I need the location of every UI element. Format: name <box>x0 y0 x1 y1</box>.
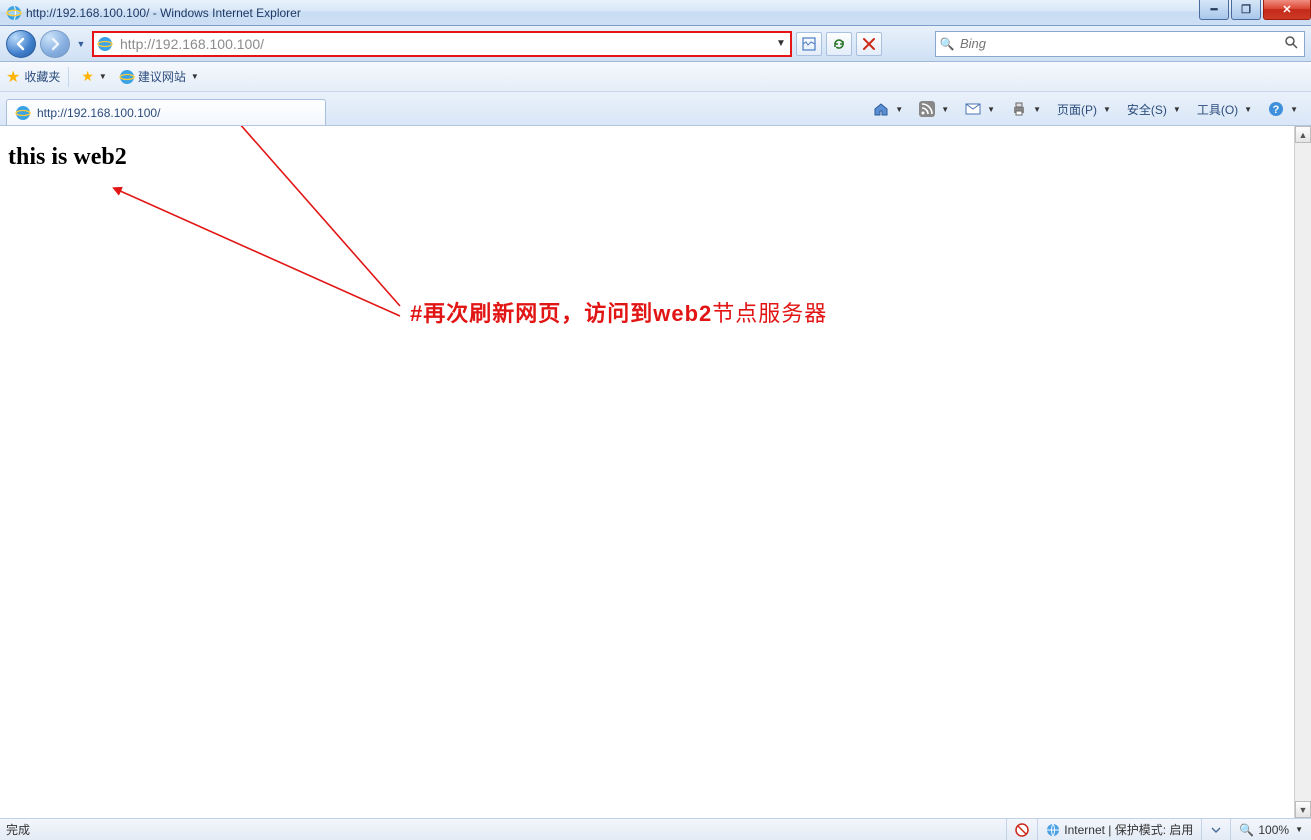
arrow-left-icon <box>14 37 28 51</box>
ie-icon <box>6 5 22 21</box>
mail-icon <box>965 102 981 116</box>
forward-button[interactable] <box>40 30 70 58</box>
chevron-down-icon: ▼ <box>1173 105 1181 114</box>
star-add-icon: ★ <box>81 68 94 85</box>
search-provider-icon: 🔍 <box>936 37 958 51</box>
printer-icon <box>1011 101 1027 117</box>
tools-menu-label: 工具(O) <box>1197 101 1238 118</box>
scroll-up-button[interactable]: ▲ <box>1295 126 1311 143</box>
zoom-icon: 🔍 <box>1239 823 1254 837</box>
tab-title: http://192.168.100.100/ <box>37 106 160 120</box>
status-bar: 完成 Internet | 保护模式: 启用 🔍 100% ▼ <box>0 818 1311 840</box>
suggested-sites-label: 建议网站 <box>138 68 186 85</box>
help-button[interactable]: ?▼ <box>1261 97 1305 121</box>
compat-view-button[interactable] <box>796 32 822 56</box>
zoom-cell[interactable]: 🔍 100% ▼ <box>1230 819 1311 840</box>
page-menu-label: 页面(P) <box>1057 101 1097 118</box>
home-icon <box>873 101 889 117</box>
broken-page-icon <box>802 37 816 51</box>
print-button[interactable]: ▼ <box>1004 97 1048 121</box>
chevron-down-icon: ▼ <box>99 72 107 81</box>
chevron-down-icon: ▼ <box>895 105 903 114</box>
scroll-down-button[interactable]: ▼ <box>1295 801 1311 818</box>
stop-button[interactable] <box>856 32 882 56</box>
status-security-cell[interactable] <box>1006 819 1037 840</box>
suggested-sites-link[interactable]: 建议网站 ▼ <box>115 66 203 87</box>
refresh-icon <box>832 37 846 51</box>
globe-icon <box>1046 823 1060 837</box>
chevron-down-icon: ▼ <box>1103 105 1111 114</box>
tools-menu[interactable]: 工具(O) ▼ <box>1190 97 1259 121</box>
add-favorite-button[interactable]: ★ ▼ <box>77 66 110 87</box>
tab-command-row: http://192.168.100.100/ ▼ ▼ ▼ ▼ 页面(P) ▼ 安… <box>0 92 1311 126</box>
ie-icon <box>119 69 135 85</box>
favorites-star-icon[interactable]: ★ <box>6 67 20 87</box>
stop-icon <box>863 38 875 50</box>
safety-menu[interactable]: 安全(S) ▼ <box>1120 97 1188 121</box>
close-button[interactable]: ✕ <box>1263 0 1311 20</box>
nav-toolbar: ▼ ▼ 🔍 <box>0 26 1311 62</box>
ie-icon <box>97 36 113 52</box>
zone-label: Internet | 保护模式: 启用 <box>1064 821 1193 838</box>
search-box[interactable]: 🔍 <box>935 31 1305 57</box>
arrow-right-icon <box>48 37 62 51</box>
search-go-button[interactable] <box>1278 35 1304 52</box>
page-menu[interactable]: 页面(P) ▼ <box>1050 97 1118 121</box>
feeds-button[interactable]: ▼ <box>912 97 956 121</box>
chevron-down-icon: ▼ <box>1295 825 1303 834</box>
dropdown-icon <box>1210 824 1222 836</box>
vertical-scrollbar[interactable]: ▲ ▼ <box>1294 126 1311 818</box>
annotation-bold: web2 <box>653 301 712 326</box>
minimize-button[interactable]: ━ <box>1199 0 1229 20</box>
chevron-down-icon: ▼ <box>1244 105 1252 114</box>
annotation-text: #再次刷新网页，访问到web2节点服务器 <box>410 296 827 328</box>
home-button[interactable]: ▼ <box>866 97 910 121</box>
back-button[interactable] <box>6 30 36 58</box>
window-titlebar: http://192.168.100.100/ - Windows Intern… <box>0 0 1311 26</box>
annotation-suffix: 节点服务器 <box>712 301 827 326</box>
zoom-value: 100% <box>1258 823 1289 837</box>
annotation-prefix: #再次刷新网页，访问到 <box>410 301 653 326</box>
address-input[interactable] <box>116 34 772 54</box>
window-title: http://192.168.100.100/ - Windows Intern… <box>26 6 301 20</box>
site-icon <box>94 36 116 52</box>
separator <box>68 67 69 87</box>
svg-text:?: ? <box>1273 104 1280 116</box>
refresh-button[interactable] <box>826 32 852 56</box>
protected-mode-toggle[interactable] <box>1201 819 1230 840</box>
chevron-down-icon: ▼ <box>1290 105 1298 114</box>
help-icon: ? <box>1268 101 1284 117</box>
safety-menu-label: 安全(S) <box>1127 101 1167 118</box>
chevron-down-icon: ▼ <box>191 72 199 81</box>
favorites-label[interactable]: 收藏夹 <box>24 68 60 85</box>
rss-icon <box>919 101 935 117</box>
content-area: this is web2 #再次刷新网页，访问到web2节点服务器 ▲ ▼ <box>0 126 1311 818</box>
address-bar[interactable]: ▼ <box>92 31 792 57</box>
page-heading: this is web2 <box>0 126 1294 189</box>
chevron-down-icon: ▼ <box>1033 105 1041 114</box>
tab-current[interactable]: http://192.168.100.100/ <box>6 99 326 125</box>
search-input[interactable] <box>958 34 1278 53</box>
favorites-bar: ★ 收藏夹 ★ ▼ 建议网站 ▼ <box>0 62 1311 92</box>
shield-blocked-icon <box>1015 823 1029 837</box>
magnifier-icon <box>1284 35 1298 49</box>
page-viewport: this is web2 #再次刷新网页，访问到web2节点服务器 <box>0 126 1294 818</box>
annotation-arrows <box>0 126 1294 818</box>
ie-icon <box>15 105 31 121</box>
chevron-down-icon: ▼ <box>941 105 949 114</box>
mail-button[interactable]: ▼ <box>958 97 1002 121</box>
maximize-button[interactable]: ❐ <box>1231 0 1261 20</box>
nav-history-dropdown[interactable]: ▼ <box>74 30 88 58</box>
zone-cell[interactable]: Internet | 保护模式: 启用 <box>1037 819 1201 840</box>
address-dropdown[interactable]: ▼ <box>772 38 790 49</box>
status-text: 完成 <box>0 821 1006 838</box>
chevron-down-icon: ▼ <box>987 105 995 114</box>
command-bar: ▼ ▼ ▼ ▼ 页面(P)▼ 安全(S)▼ 工具(O)▼ ?▼ <box>866 96 1305 122</box>
